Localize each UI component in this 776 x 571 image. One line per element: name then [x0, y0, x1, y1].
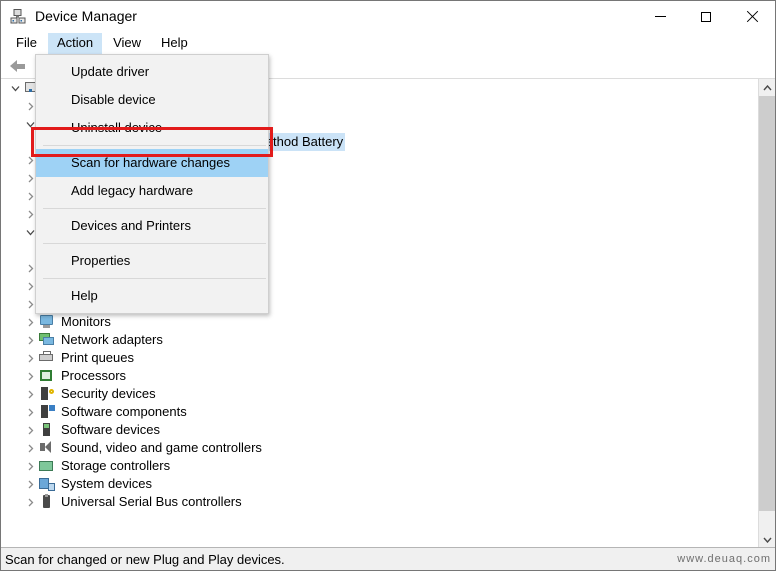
expander-closed-icon[interactable] [22, 367, 38, 385]
tree-row-label: Print queues [61, 350, 134, 365]
minimize-icon [654, 16, 666, 17]
expander-closed-icon[interactable] [22, 439, 38, 457]
menu-item-add-legacy-hardware[interactable]: Add legacy hardware [36, 177, 268, 205]
menu-item-disable-device[interactable]: Disable device [36, 86, 268, 114]
tree-row-security-devices[interactable]: Security devices [1, 385, 757, 403]
menu-separator [43, 145, 266, 146]
usb-icon [38, 494, 55, 510]
tree-row-label: Monitors [61, 314, 111, 329]
processor-icon [38, 368, 55, 384]
back-button[interactable] [6, 55, 30, 77]
device-manager-icon [10, 8, 28, 26]
maximize-button[interactable] [683, 1, 729, 32]
menu-separator [43, 278, 266, 279]
monitor-icon [38, 314, 55, 330]
menu-item-scan-for-hardware-changes[interactable]: Scan for hardware changes [36, 149, 268, 177]
sound-icon [38, 440, 55, 456]
window-title: Device Manager [35, 8, 137, 24]
expander-closed-icon[interactable] [22, 421, 38, 439]
tree-row-label: Network adapters [61, 332, 163, 347]
expander-closed-icon[interactable] [22, 475, 38, 493]
software-component-icon [38, 404, 55, 420]
printer-icon [38, 350, 55, 366]
minimize-button[interactable] [637, 1, 683, 32]
scroll-down-button[interactable] [759, 531, 775, 548]
network-icon [38, 332, 55, 348]
menu-item-devices-and-printers[interactable]: Devices and Printers [36, 212, 268, 240]
expander-closed-icon[interactable] [22, 331, 38, 349]
expander-open-icon[interactable] [7, 79, 23, 97]
back-arrow-icon [10, 60, 26, 72]
menu-separator [43, 208, 266, 209]
menu-item-properties[interactable]: Properties [36, 247, 268, 275]
tree-row-label: Storage controllers [61, 458, 171, 473]
tree-row-system-devices[interactable]: System devices [1, 475, 757, 493]
maximize-icon [701, 11, 711, 22]
watermark: www.deuaq.com [677, 553, 771, 565]
storage-icon [38, 458, 55, 474]
tree-row-label: Software devices [61, 422, 160, 437]
security-icon [38, 386, 55, 402]
window-controls [637, 1, 775, 32]
menu-item-help[interactable]: Help [36, 282, 268, 310]
tree-row-network-adapters[interactable]: Network adapters [1, 331, 757, 349]
expander-closed-icon[interactable] [22, 349, 38, 367]
close-icon [746, 11, 758, 23]
menu-item-uninstall-device[interactable]: Uninstall device [36, 114, 268, 142]
tree-row-software-devices[interactable]: Software devices [1, 421, 757, 439]
tree-row-usb-controllers[interactable]: Universal Serial Bus controllers [1, 493, 757, 511]
menu-separator [43, 243, 266, 244]
expander-closed-icon[interactable] [22, 457, 38, 475]
tree-row-storage-controllers[interactable]: Storage controllers [1, 457, 757, 475]
tree-row-print-queues[interactable]: Print queues [1, 349, 757, 367]
close-button[interactable] [729, 1, 775, 32]
chevron-up-icon [762, 84, 772, 90]
vertical-scrollbar[interactable] [758, 79, 775, 548]
status-bar: Scan for changed or new Plug and Play de… [1, 547, 775, 570]
expander-closed-icon[interactable] [22, 313, 38, 331]
tree-row-label: Sound, video and game controllers [61, 440, 262, 455]
tree-row-label: Security devices [61, 386, 156, 401]
chevron-down-icon [762, 537, 772, 543]
menu-bar: File Action View Help [1, 32, 775, 54]
tree-row-label: System devices [61, 476, 153, 491]
expander-closed-icon[interactable] [22, 403, 38, 421]
tree-row-monitors[interactable]: Monitors [1, 313, 757, 331]
menu-action[interactable]: Action [47, 32, 103, 54]
menu-help[interactable]: Help [152, 33, 197, 54]
title-bar: Device Manager [1, 1, 775, 32]
expander-closed-icon[interactable] [22, 493, 38, 511]
expander-closed-icon[interactable] [22, 385, 38, 403]
scroll-up-button[interactable] [759, 79, 775, 96]
tree-row-processors[interactable]: Processors [1, 367, 757, 385]
software-device-icon [38, 422, 55, 438]
tree-row-label: Universal Serial Bus controllers [61, 494, 242, 509]
scrollbar-thumb[interactable] [759, 96, 775, 511]
menu-view[interactable]: View [104, 33, 150, 54]
tree-row-label: Processors [61, 368, 127, 383]
action-dropdown-menu: Update driver Disable device Uninstall d… [35, 54, 269, 314]
status-text: Scan for changed or new Plug and Play de… [5, 551, 285, 567]
tree-row-label: Software components [61, 404, 187, 419]
device-manager-window: Device Manager File Action View Help Met… [0, 0, 776, 571]
menu-file[interactable]: File [7, 33, 46, 54]
tree-row-sound-video-game[interactable]: Sound, video and game controllers [1, 439, 757, 457]
tree-row-software-components[interactable]: Software components [1, 403, 757, 421]
menu-item-update-driver[interactable]: Update driver [36, 58, 268, 86]
system-device-icon [38, 476, 55, 492]
